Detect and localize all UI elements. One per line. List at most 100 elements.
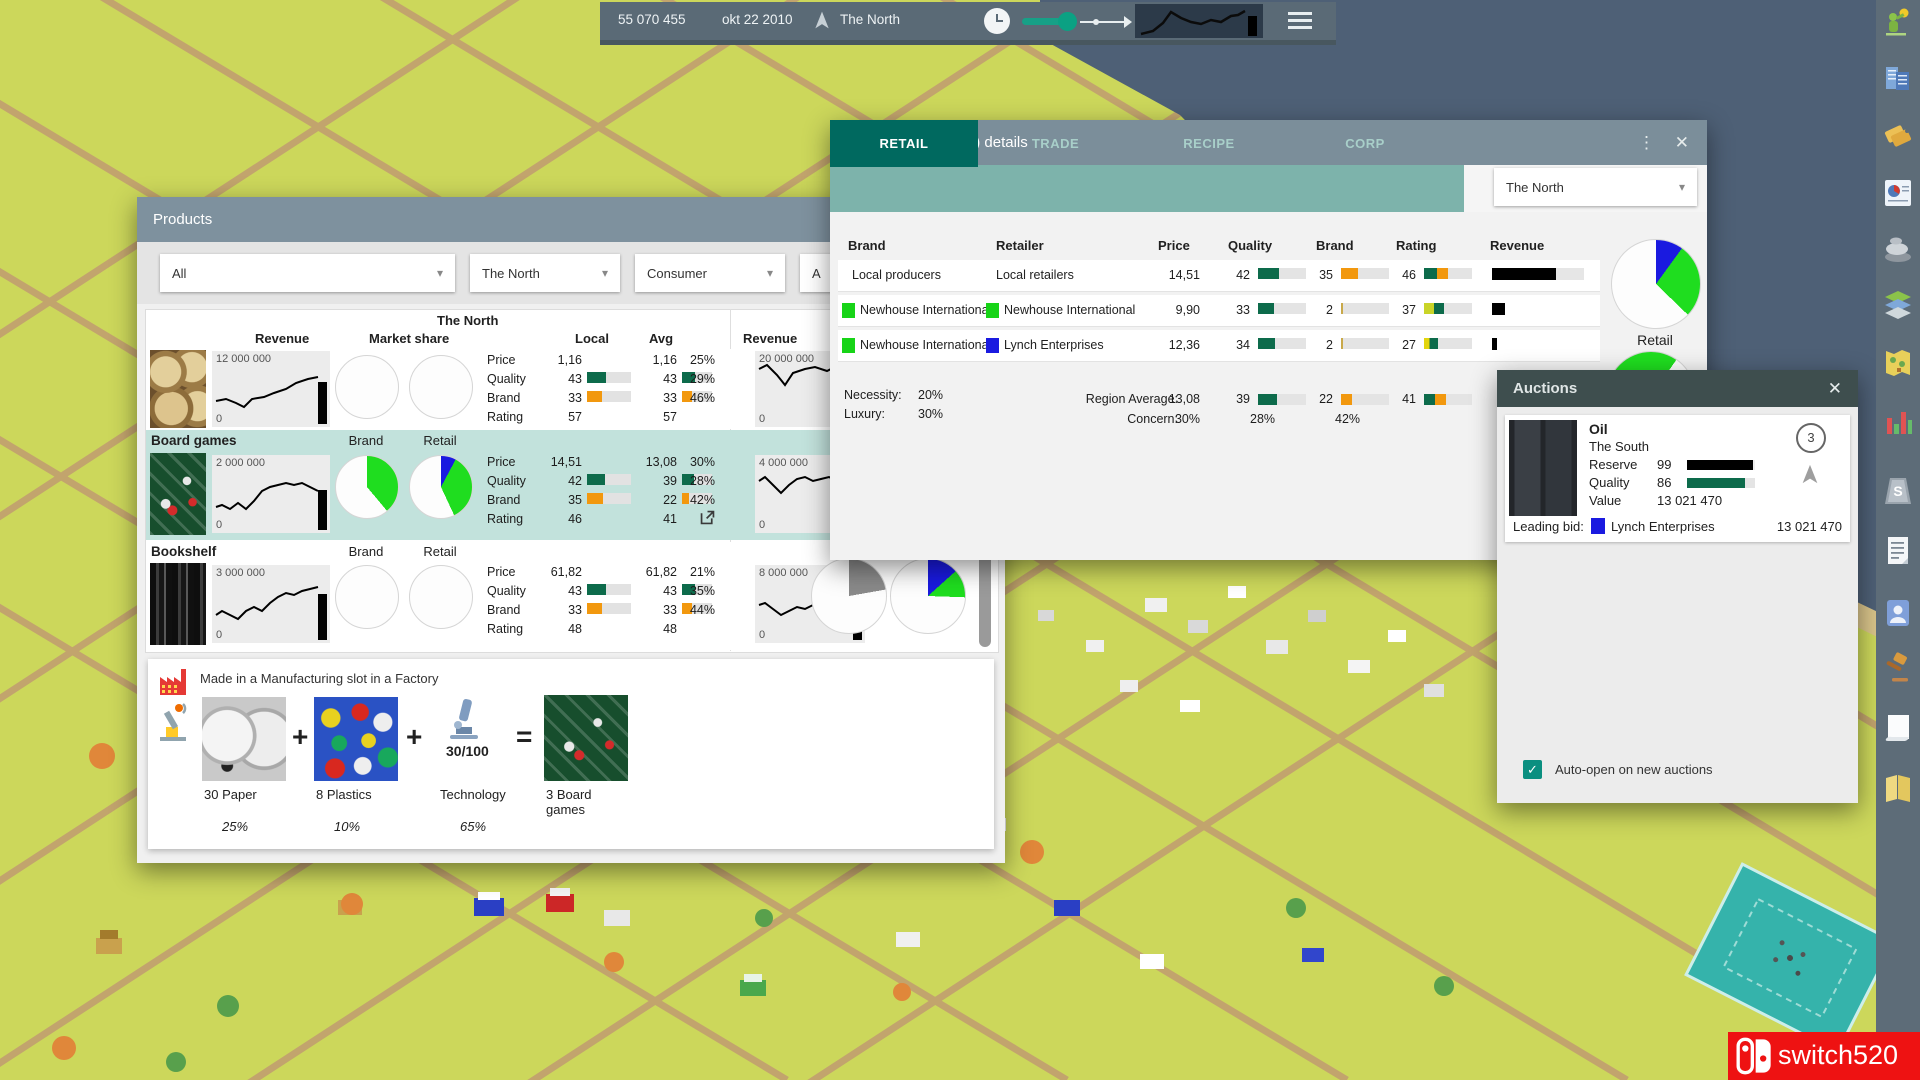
contracts-icon[interactable] <box>1882 534 1914 568</box>
avg-quality: 39 <box>1236 392 1250 406</box>
auctions-window-header[interactable]: Auctions ✕ <box>1497 370 1858 407</box>
location-arrow-icon[interactable] <box>812 10 832 30</box>
speed-steps[interactable] <box>1078 12 1134 32</box>
revenue-sparkline: 12 000 000 0 <box>212 351 330 427</box>
trader-icon[interactable] <box>1882 6 1914 40</box>
ingredient-label: 8 Plastics <box>316 787 372 802</box>
tab-corp[interactable]: CORP <box>1285 120 1445 167</box>
retailer-color-chip <box>986 303 999 318</box>
stats-bars-icon[interactable] <box>1882 406 1914 440</box>
col-revenue: Revenue <box>255 331 310 346</box>
brand-share-pie <box>335 455 399 519</box>
tab-retail[interactable]: RETAIL <box>830 120 978 167</box>
col-revenue2: Revenue <box>743 331 798 346</box>
watermark-banner: switch520 <box>1728 1032 1920 1080</box>
luxury-label: Luxury: <box>844 407 885 421</box>
top-bar-region[interactable]: The North <box>840 12 900 27</box>
region-map-icon[interactable] <box>1882 346 1914 380</box>
reserve-value: 99 <box>1657 457 1672 472</box>
market-pie-gray <box>811 558 887 634</box>
col-local: Local <box>575 331 609 346</box>
recipe-equals: = <box>516 721 533 752</box>
chevron-down-icon: ▾ <box>766 266 773 280</box>
minimap-chart[interactable] <box>1135 4 1263 38</box>
chevron-down-icon: ▾ <box>436 266 443 280</box>
product-image-canned-goods <box>150 350 206 428</box>
chevron-down-icon: ▾ <box>601 266 608 280</box>
tab-trade[interactable]: TRADE <box>978 120 1133 167</box>
auto-open-checkbox[interactable]: ✓ <box>1523 760 1542 779</box>
layers-icon[interactable] <box>1882 288 1914 322</box>
open-details-icon[interactable] <box>699 509 716 526</box>
leading-bid-label: Leading bid: <box>1513 519 1584 534</box>
pie-label-retail: Retail <box>423 433 457 448</box>
concern-quality: 28% <box>1250 412 1276 426</box>
date-display: okt 22 2010 <box>722 12 793 27</box>
table-group-header: The North <box>437 313 499 328</box>
region-avg-label: Region Average: <box>1085 392 1178 406</box>
output-image-board-games <box>544 695 628 781</box>
segment-filter-dropdown[interactable]: Consumer ▾ <box>635 254 785 292</box>
close-icon[interactable]: ✕ <box>1675 133 1689 153</box>
tab-recipe[interactable]: RECIPE <box>1133 120 1285 167</box>
top-bar-edge <box>600 40 1336 45</box>
market-pie-blue-green <box>890 558 966 634</box>
product-filter-dropdown[interactable]: All ▾ <box>160 254 455 292</box>
product-name: Board games <box>151 433 237 448</box>
recipe-plus2: + <box>406 721 423 752</box>
retail-share-pie <box>409 455 473 519</box>
auction-item-image-oil <box>1509 420 1577 516</box>
newspaper-icon[interactable] <box>1882 712 1914 746</box>
atlas-map-icon[interactable] <box>1882 772 1914 806</box>
game-screen: { "icons": {"close":"✕","menu_dots":"⋮",… <box>0 0 1920 1080</box>
recipe-plus: + <box>292 721 309 752</box>
clock-hand-h <box>996 20 1003 22</box>
revenue-sparkline: 2 000 000 0 <box>212 455 330 533</box>
robot-arm-icon <box>160 703 187 741</box>
output-label-line1: 3 Board <box>546 787 592 802</box>
revenue-bar <box>1492 338 1584 350</box>
necessity-label: Necessity: <box>844 388 902 402</box>
switch-logo <box>1736 1037 1771 1075</box>
region-avg-price: 13,08 <box>1168 392 1200 406</box>
leading-amount: 13 021 470 <box>1776 519 1842 534</box>
bidder-color-chip <box>1591 518 1605 534</box>
countdown-badge: 3 <box>1796 423 1826 453</box>
region-filter-dropdown[interactable]: The North ▾ <box>470 254 620 292</box>
reserve-bar <box>1687 460 1755 470</box>
ingredient-pct: 65% <box>460 819 487 834</box>
auction-card[interactable]: Oil The South Reserve 99 Quality 86 Valu… <box>1505 415 1850 542</box>
brand-pie-empty <box>335 355 399 419</box>
necessity-value: 20% <box>918 388 944 402</box>
auto-open-label[interactable]: Auto-open on new auctions <box>1555 762 1713 777</box>
price-tags-icon[interactable] <box>1882 118 1914 152</box>
quality-value: 86 <box>1657 475 1672 490</box>
market-report-icon[interactable] <box>1882 176 1914 210</box>
hamburger-menu-icon[interactable] <box>1288 12 1312 30</box>
stat-label: Price <box>487 353 516 367</box>
goto-location-icon[interactable] <box>1799 463 1821 485</box>
retail-table-row[interactable]: Newhouse International Newhouse Internat… <box>838 295 1600 327</box>
window-menu-icon[interactable]: ⋮ <box>1638 133 1655 153</box>
bank-icon[interactable]: S <box>1882 474 1914 508</box>
game-speed-knob[interactable] <box>1058 12 1077 31</box>
avg-brand: 22 <box>1319 392 1333 406</box>
retail-table-row[interactable]: Local producers Local retailers 14,51 42… <box>838 260 1600 292</box>
product-image-bookshelf <box>150 563 206 645</box>
products-title: Products <box>153 211 213 228</box>
resources-icon[interactable] <box>1882 232 1914 266</box>
tab-bar <box>830 165 1464 212</box>
dcol-price: Price <box>1158 238 1190 253</box>
brand-color-chip <box>842 338 855 353</box>
gavel-icon[interactable] <box>1882 652 1914 686</box>
contacts-icon[interactable] <box>1882 596 1914 630</box>
retail-table-row[interactable]: Newhouse International Lynch Enterprises… <box>838 330 1600 362</box>
chevron-down-icon: ▾ <box>1678 180 1685 194</box>
retail-share-pie-large <box>1611 239 1701 329</box>
concern-brand: 42% <box>1335 412 1361 426</box>
details-region-dropdown[interactable]: The North ▾ <box>1494 168 1697 206</box>
city-buildings-icon[interactable] <box>1882 62 1914 96</box>
close-icon[interactable]: ✕ <box>1828 379 1842 399</box>
ingredient-label: Technology <box>440 787 506 802</box>
revenue-sparkline: 3 000 000 0 <box>212 565 330 643</box>
